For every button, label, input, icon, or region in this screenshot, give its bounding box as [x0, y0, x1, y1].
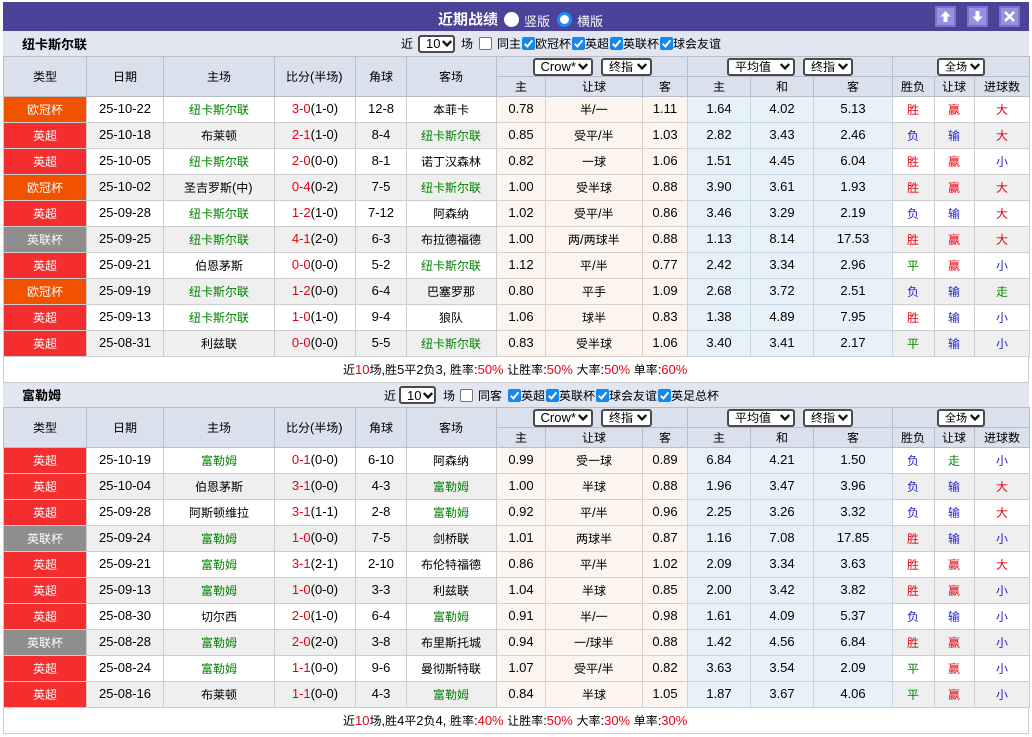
svg-text:,: ,: [382, 713, 386, 728]
svg-text:/: /: [592, 609, 596, 624]
svg-text:3,: 3,: [436, 362, 447, 377]
svg-text:4,: 4,: [436, 713, 447, 728]
svg-text:4: 4: [397, 713, 404, 728]
svg-text:/: /: [592, 258, 596, 273]
svg-text:50%: 50%: [604, 362, 630, 377]
svg-text:2: 2: [416, 713, 423, 728]
svg-text:(: (: [310, 420, 315, 435]
svg-text:/: /: [598, 206, 602, 221]
svg-text:5: 5: [397, 362, 404, 377]
svg-text:/: /: [592, 557, 596, 572]
svg-text:,: ,: [382, 362, 386, 377]
svg-text:): ): [338, 69, 342, 84]
svg-text:10: 10: [355, 362, 369, 377]
svg-text:30%: 30%: [604, 713, 630, 728]
svg-text:40%: 40%: [478, 713, 504, 728]
svg-text:10: 10: [355, 713, 369, 728]
svg-text:): ): [248, 180, 252, 195]
svg-text:2: 2: [416, 362, 423, 377]
svg-text:60%: 60%: [661, 362, 687, 377]
svg-text:/: /: [598, 128, 602, 143]
svg-text:30%: 30%: [661, 713, 687, 728]
svg-text:/: /: [586, 635, 590, 650]
svg-text:/: /: [580, 232, 584, 247]
svg-text:/: /: [592, 102, 596, 117]
svg-text:): ): [338, 420, 342, 435]
svg-text:50%: 50%: [547, 713, 573, 728]
svg-text:50%: 50%: [547, 362, 573, 377]
svg-text:/: /: [598, 661, 602, 676]
svg-text:(: (: [232, 180, 237, 195]
svg-text:/: /: [592, 505, 596, 520]
svg-text:(: (: [310, 69, 315, 84]
svg-text:50%: 50%: [478, 362, 504, 377]
